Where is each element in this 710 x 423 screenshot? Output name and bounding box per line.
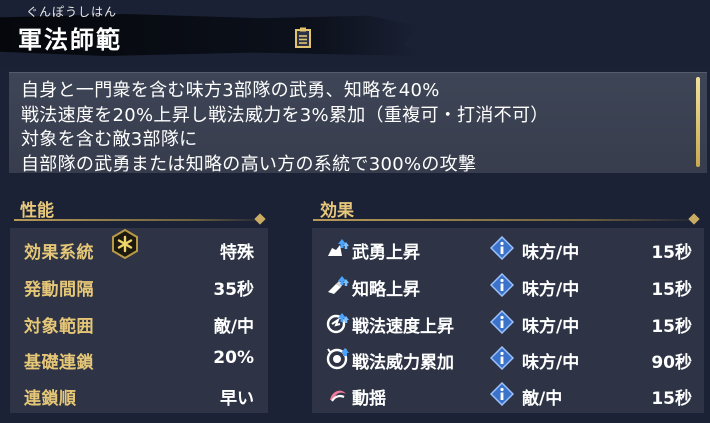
effect-duration: 15秒: [651, 317, 692, 337]
effect-target: 味方/中: [522, 280, 580, 300]
agitation-icon: [330, 390, 346, 402]
title-furigana: ぐんぽうしはん: [26, 5, 118, 19]
performance-value: 35秒: [213, 280, 254, 300]
performance-row: 対象範囲 敵/中: [10, 306, 268, 342]
performance-value: 特殊: [220, 243, 254, 263]
effect-row[interactable]: 知略上昇 味方/中 15秒: [312, 269, 704, 305]
effect-duration: 90秒: [651, 353, 692, 373]
tactic-speed-up-icon: [326, 313, 349, 334]
info-icon[interactable]: [490, 273, 514, 297]
intellect-up-icon: [328, 276, 349, 294]
effect-name: 動揺: [352, 389, 386, 409]
performance-label: 効果系統: [24, 243, 94, 263]
info-icon[interactable]: [490, 236, 514, 260]
effect-duration: 15秒: [651, 389, 692, 409]
effect-duration: 15秒: [651, 243, 692, 263]
effect-duration: 15秒: [651, 280, 692, 300]
performance-divider: [14, 219, 269, 221]
effect-name: 武勇上昇: [352, 243, 420, 263]
effect-target: 味方/中: [522, 243, 580, 263]
description-text: 自身と一門衆を含む味方3部隊の武勇、知略を40% 戦法速度を20%上昇し戦法威力…: [21, 79, 549, 173]
divider-ornament: [254, 213, 266, 225]
performance-label: 発動間隔: [24, 280, 94, 300]
performance-label: 基礎連鎖: [24, 353, 94, 373]
effect-target: 味方/中: [522, 317, 580, 337]
effect-target: 味方/中: [522, 353, 580, 373]
description-line: 対象を含む敵3部隊に: [21, 129, 198, 150]
description-line: 戦法速度を20%上昇し戦法威力を3%累加（重複可・打消不可）: [21, 104, 549, 126]
effect-name: 戦法威力累加: [352, 353, 454, 373]
effect-row[interactable]: 戦法威力累加 味方/中 90秒: [312, 342, 704, 378]
performance-panel: 効果系統 特殊 発動間隔 35秒 対象範囲 敵/中 基礎連鎖 20% 連鎖順 早…: [10, 228, 268, 413]
performance-row: 連鎖順 早い: [10, 378, 268, 414]
effects-heading: 効果: [320, 201, 354, 221]
performance-value: 敵/中: [213, 317, 254, 337]
effect-name: 知略上昇: [352, 280, 420, 300]
performance-value: 早い: [220, 389, 254, 409]
divider-ornament: [688, 213, 700, 225]
effect-target: 敵/中: [522, 389, 563, 409]
effect-row[interactable]: 武勇上昇 味方/中 15秒: [312, 232, 704, 268]
description-line: 自部隊の武勇または知略の高い方の系統で300%の攻撃: [21, 153, 477, 174]
skill-title: 軍法師範: [18, 26, 122, 54]
effects-panel: 武勇上昇 味方/中 15秒 知略上昇 味方/中 15秒 戦法速度上昇 味方/中 …: [312, 228, 704, 413]
valor-up-icon: [328, 239, 349, 256]
description-scrollbar[interactable]: [695, 77, 701, 167]
effect-row[interactable]: 動揺 敵/中 15秒: [312, 378, 704, 414]
tactic-power-stack-icon: [326, 348, 349, 370]
performance-label: 対象範囲: [24, 317, 94, 337]
scrollbar-thumb[interactable]: [696, 77, 700, 167]
performance-value: 20%: [213, 348, 254, 368]
performance-row: 発動間隔 35秒: [10, 269, 268, 305]
skill-description[interactable]: 自身と一門衆を含む味方3部隊の武勇、知略を40% 戦法速度を20%上昇し戦法威力…: [9, 72, 707, 173]
effects-divider: [313, 219, 703, 221]
info-icon[interactable]: [490, 346, 514, 370]
effect-row[interactable]: 戦法速度上昇 味方/中 15秒: [312, 306, 704, 342]
snowflake-seal-icon: [112, 229, 138, 259]
document-icon[interactable]: [293, 27, 313, 49]
performance-label: 連鎖順: [24, 389, 77, 409]
effect-name: 戦法速度上昇: [352, 317, 454, 337]
description-line: 自身と一門衆を含む味方3部隊の武勇、知略を40%: [21, 80, 440, 101]
info-icon[interactable]: [490, 310, 514, 334]
performance-row: 基礎連鎖 20%: [10, 342, 268, 378]
performance-heading: 性能: [20, 201, 54, 221]
skill-header: ぐんぽうしはん 軍法師範: [0, 0, 710, 66]
info-icon[interactable]: [490, 382, 514, 406]
performance-row: 効果系統 特殊: [10, 229, 268, 268]
